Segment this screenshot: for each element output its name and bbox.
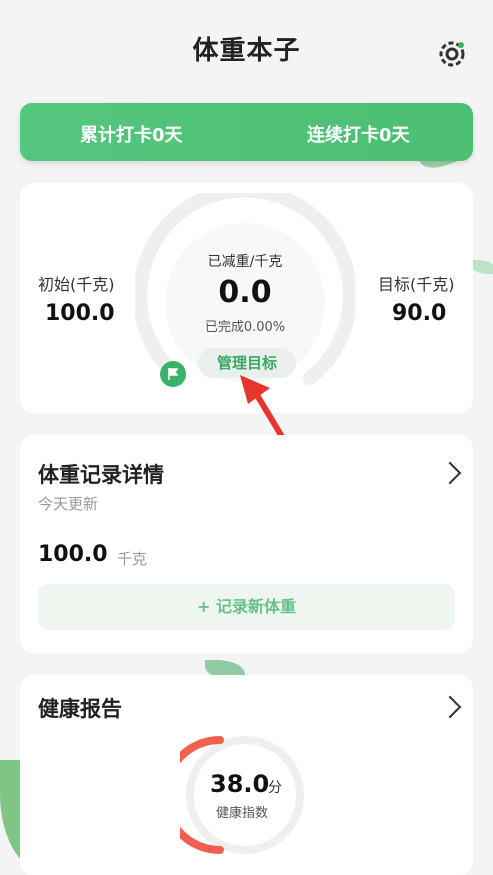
lost-value: 0.0 <box>218 275 272 310</box>
leaf-decoration <box>470 260 493 274</box>
weight-unit: 千克 <box>117 550 148 568</box>
health-score: 38.0 <box>210 770 270 798</box>
initial-value: 100.0 <box>45 301 115 326</box>
consecutive-checkin: 连续打卡0天 <box>307 125 410 146</box>
gear-icon <box>439 41 465 67</box>
health-title: 健康报告 <box>38 697 122 721</box>
health-score-label: 健康指数 <box>216 806 269 821</box>
streak-banner: 累计打卡0天 连续打卡0天 <box>20 103 473 161</box>
health-report-card[interactable]: 健康报告 38.0 分 健康指数 <box>20 675 473 875</box>
app-header: 体重本子 <box>0 0 493 100</box>
settings-button[interactable] <box>434 36 470 72</box>
completion-text: 已完成0.00% <box>204 320 286 335</box>
weight-record-card[interactable]: 体重记录详情 今天更新 100.0 千克 + 记录新体重 <box>20 435 473 653</box>
initial-label: 初始(千克) <box>38 275 115 294</box>
page-title: 体重本子 <box>192 36 301 66</box>
record-title: 体重记录详情 <box>38 463 164 487</box>
update-status: 今天更新 <box>38 495 99 513</box>
flag-icon <box>160 361 186 387</box>
add-weight-button[interactable]: + 记录新体重 <box>38 584 455 630</box>
lost-label: 已减重/千克 <box>207 254 283 270</box>
score-unit: 分 <box>268 780 282 796</box>
chevron-right-icon[interactable] <box>438 695 462 719</box>
chevron-right-icon[interactable] <box>438 461 462 485</box>
cumulative-checkin: 累计打卡0天 <box>80 125 183 146</box>
target-label: 目标(千克) <box>378 275 455 294</box>
target-value: 90.0 <box>392 301 447 326</box>
current-weight: 100.0 <box>38 542 108 567</box>
